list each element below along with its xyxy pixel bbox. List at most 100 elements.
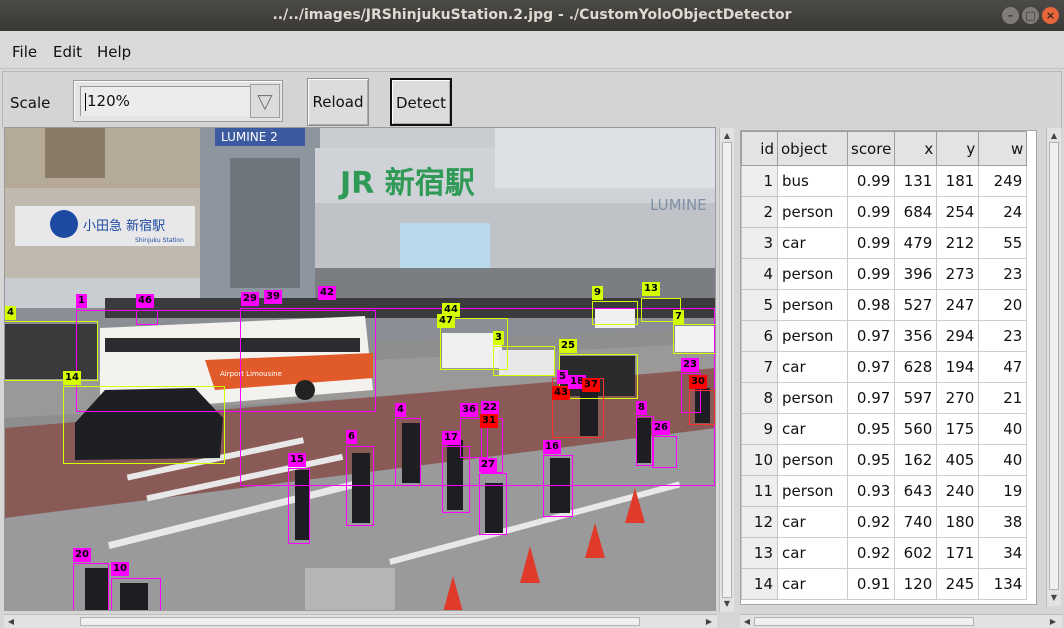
- scroll-down-icon[interactable]: ▼: [720, 598, 734, 610]
- bbox-person-10[interactable]: [111, 578, 161, 610]
- table-row[interactable]: 11 person 0.93 643 240 19: [741, 475, 1028, 507]
- column-header-w[interactable]: w: [978, 131, 1028, 166]
- table-cell-score: 0.97: [846, 320, 896, 352]
- column-header-id[interactable]: id: [741, 131, 778, 166]
- table-cell-score: 0.91: [846, 568, 896, 600]
- table-row[interactable]: 8 person 0.97 597 270 21: [741, 382, 1028, 414]
- bbox-person-4[interactable]: [395, 418, 421, 486]
- bbox-car-7[interactable]: [673, 324, 715, 354]
- scroll-up-icon[interactable]: ▲: [1047, 130, 1061, 142]
- table-cell-y: 171: [936, 537, 980, 569]
- store-sign-sub: Shinjuku Station: [135, 237, 184, 244]
- scale-input[interactable]: 120%: [80, 86, 250, 116]
- table-cell-x: 120: [894, 568, 938, 600]
- column-header-y[interactable]: y: [936, 131, 980, 166]
- jr-sign: JR 新宿駅: [338, 166, 475, 201]
- table-cell-w: 24: [978, 196, 1028, 228]
- bbox-person-27[interactable]: [479, 473, 507, 535]
- image-vertical-scrollbar[interactable]: ▲ ▼: [719, 128, 734, 612]
- table-row[interactable]: 10 person 0.95 162 405 40: [741, 444, 1028, 476]
- store-sign: 小田急 新宿駅: [83, 218, 165, 234]
- scale-combobox[interactable]: 120% ▽: [73, 80, 283, 122]
- table-vertical-scrollbar[interactable]: ▲ ▼: [1046, 128, 1061, 606]
- menu-edit[interactable]: Edit: [53, 43, 82, 61]
- table-cell-id: 12: [741, 506, 778, 538]
- minimize-icon[interactable]: –: [1002, 7, 1019, 24]
- table-cell-x: 597: [894, 382, 938, 414]
- table-horizontal-scrollbar[interactable]: ◀ ▶: [740, 614, 1062, 628]
- scroll-left-icon[interactable]: ◀: [740, 616, 754, 628]
- table-cell-w: 19: [978, 475, 1028, 507]
- table-row[interactable]: 6 person 0.97 356 294 23: [741, 320, 1028, 352]
- table-row[interactable]: 14 car 0.91 120 245 134: [741, 568, 1028, 600]
- scroll-left-icon[interactable]: ◀: [4, 616, 18, 628]
- table-cell-score: 0.98: [846, 289, 896, 321]
- bbox-tag: 47: [437, 314, 455, 328]
- bbox-person-16[interactable]: [543, 455, 573, 517]
- column-header-score[interactable]: score: [846, 131, 896, 166]
- menu-file[interactable]: File: [12, 43, 37, 61]
- bbox-tag: 16: [543, 440, 561, 454]
- bbox-person-6[interactable]: [346, 446, 374, 526]
- close-icon[interactable]: ×: [1042, 7, 1059, 24]
- table-cell-w: 23: [978, 320, 1028, 352]
- table-cell-score: 0.99: [846, 227, 896, 259]
- table-cell-object: person: [777, 444, 848, 476]
- table-row[interactable]: 12 car 0.92 740 180 38: [741, 506, 1028, 538]
- table-cell-x: 479: [894, 227, 938, 259]
- table-cell-object: car: [777, 413, 848, 445]
- table-cell-object: car: [777, 537, 848, 569]
- table-vscroll-thumb[interactable]: [1049, 142, 1059, 590]
- table-cell-id: 8: [741, 382, 778, 414]
- table-hscroll-thumb[interactable]: [754, 617, 974, 626]
- bbox-tag: 46: [136, 294, 154, 308]
- bbox-person-26[interactable]: [652, 436, 677, 468]
- scroll-up-icon[interactable]: ▲: [720, 130, 734, 142]
- odakyu-logo-icon: [50, 210, 78, 238]
- table-row[interactable]: 4 person 0.99 396 273 23: [741, 258, 1028, 290]
- bbox-person-15[interactable]: [288, 468, 310, 544]
- chevron-down-icon[interactable]: ▽: [250, 84, 280, 118]
- bbox-person-46[interactable]: [136, 310, 158, 325]
- image-hscroll-thumb[interactable]: [80, 617, 640, 626]
- table-row[interactable]: 5 person 0.98 527 247 20: [741, 289, 1028, 321]
- table-row[interactable]: 1 bus 0.99 131 181 249: [741, 165, 1028, 197]
- bbox-person-17[interactable]: [442, 446, 470, 513]
- maximize-icon[interactable]: □: [1022, 7, 1039, 24]
- table-cell-w: 40: [978, 444, 1028, 476]
- bbox-car-9[interactable]: [592, 301, 638, 325]
- scroll-down-icon[interactable]: ▼: [1047, 592, 1061, 604]
- table-cell-object: car: [777, 351, 848, 383]
- table-row[interactable]: 3 car 0.99 479 212 55: [741, 227, 1028, 259]
- column-header-x[interactable]: x: [894, 131, 938, 166]
- table-cell-id: 7: [741, 351, 778, 383]
- table-row[interactable]: 2 person 0.99 684 254 24: [741, 196, 1028, 228]
- detect-button[interactable]: Detect: [390, 78, 452, 126]
- table-cell-object: person: [777, 382, 848, 414]
- scroll-right-icon[interactable]: ▶: [1046, 616, 1060, 628]
- table-row[interactable]: 7 car 0.97 628 194 47: [741, 351, 1028, 383]
- table-cell-object: person: [777, 258, 848, 290]
- table-row[interactable]: 13 car 0.92 602 171 34: [741, 537, 1028, 569]
- bbox-car-14[interactable]: [63, 386, 225, 464]
- reload-button[interactable]: Reload: [307, 78, 369, 126]
- table-cell-score: 0.99: [846, 196, 896, 228]
- image-vscroll-thumb[interactable]: [722, 142, 732, 598]
- bbox-person-30[interactable]: [689, 390, 715, 425]
- table-cell-object: person: [777, 475, 848, 507]
- table-cell-id: 1: [741, 165, 778, 197]
- scroll-right-icon[interactable]: ▶: [702, 616, 716, 628]
- detections-table[interactable]: id object score x y w 1 bus 0.99 131 181 249 2…: [740, 130, 1037, 605]
- table-cell-id: 4: [741, 258, 778, 290]
- table-cell-y: 294: [936, 320, 980, 352]
- image-viewer[interactable]: 小田急 新宿駅 Shinjuku Station LUMINE 2 JR 新宿駅…: [4, 127, 716, 611]
- bbox-tag: 27: [479, 458, 497, 472]
- image-horizontal-scrollbar[interactable]: ◀ ▶: [4, 614, 717, 628]
- column-header-object[interactable]: object: [777, 131, 848, 166]
- bbox-tag: 8: [636, 401, 647, 415]
- menu-help[interactable]: Help: [97, 43, 131, 61]
- bbox-car-3[interactable]: [493, 346, 555, 376]
- table-cell-x: 740: [894, 506, 938, 538]
- bbox-person-20[interactable]: [73, 563, 109, 610]
- table-row[interactable]: 9 car 0.95 560 175 40: [741, 413, 1028, 445]
